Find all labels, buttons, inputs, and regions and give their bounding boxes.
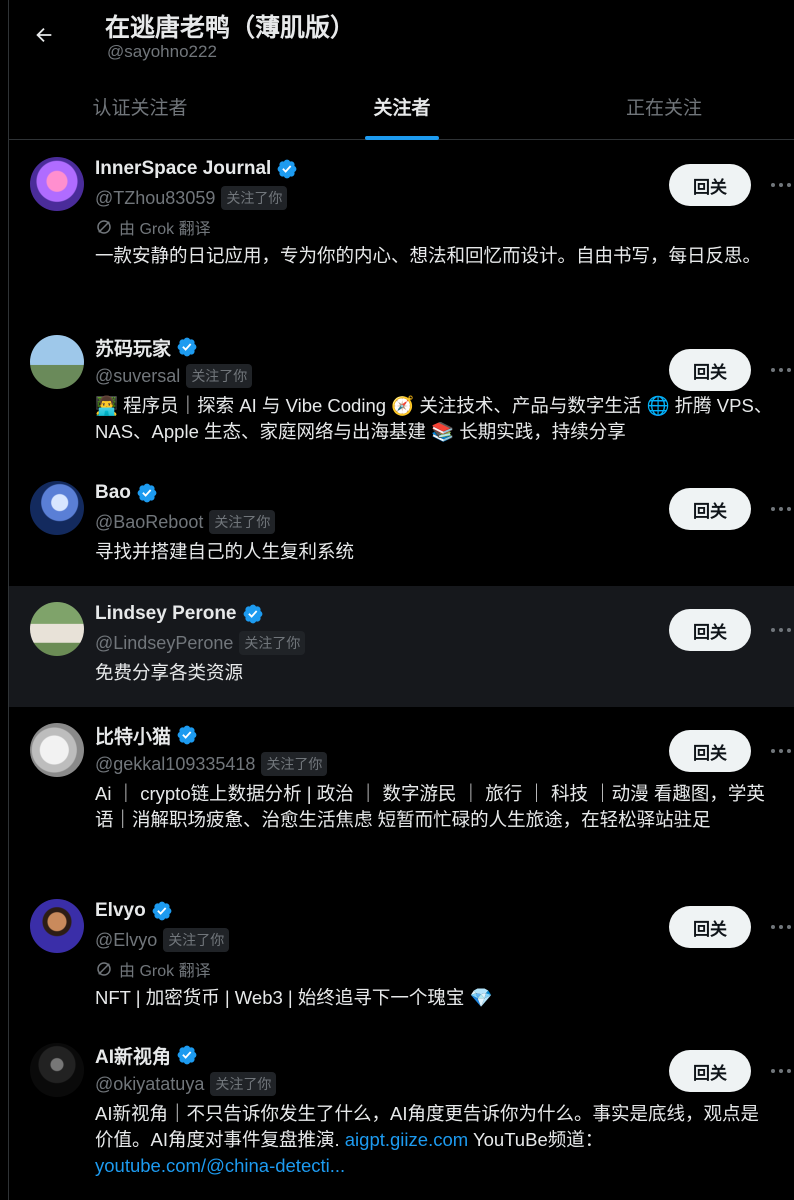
user-bio: 免费分享各类资源 bbox=[95, 660, 794, 686]
more-dots-icon bbox=[771, 1069, 791, 1073]
follows-you-badge: 关注了你 bbox=[221, 186, 288, 210]
follower-row[interactable]: Lindsey Perone @LindseyPerone 关注了你免费分享各类资源… bbox=[9, 586, 794, 707]
follows-you-badge: 关注了你 bbox=[163, 928, 230, 952]
translation-label: 由 Grok 翻译 bbox=[119, 963, 211, 980]
user-handle[interactable]: @TZhou83059 bbox=[95, 188, 215, 209]
translation-label: 由 Grok 翻译 bbox=[119, 221, 211, 238]
more-dots-icon bbox=[771, 925, 791, 929]
followers-page: 在逃唐老鸭（薄肌版） @sayohno222 认证关注者 关注者 正在关注 In… bbox=[8, 0, 794, 1200]
verified-badge-icon bbox=[177, 725, 197, 745]
follow-back-button[interactable]: 回关 bbox=[669, 164, 751, 206]
avatar[interactable] bbox=[30, 481, 84, 535]
more-options-button[interactable] bbox=[767, 356, 794, 384]
follow-back-button[interactable]: 回关 bbox=[669, 906, 751, 948]
follow-back-button[interactable]: 回关 bbox=[669, 730, 751, 772]
display-name[interactable]: Bao bbox=[95, 482, 131, 504]
user-handle[interactable]: @okiyatatuya bbox=[95, 1074, 204, 1095]
more-options-button[interactable] bbox=[767, 495, 794, 523]
user-bio: 寻找并搭建自己的人生复利系统 bbox=[95, 539, 794, 565]
verified-badge-icon bbox=[243, 604, 262, 624]
user-handle[interactable]: @BaoReboot bbox=[95, 512, 203, 533]
more-dots-icon bbox=[771, 183, 791, 187]
user-bio: 👨‍💻 程序员｜探索 AI 与 Vibe Coding 🧭 关注技术、产品与数字… bbox=[95, 393, 794, 445]
more-options-button[interactable] bbox=[767, 171, 794, 199]
user-bio: Ai ｜ crypto链上数据分析 | 政治 ｜ 数字游民 ｜ 旅行 ｜ 科技 … bbox=[95, 781, 794, 833]
more-dots-icon bbox=[771, 749, 791, 753]
more-options-button[interactable] bbox=[767, 913, 794, 941]
follows-you-badge: 关注了你 bbox=[261, 752, 328, 776]
verified-badge-icon bbox=[277, 159, 297, 179]
active-tab-indicator bbox=[365, 136, 439, 140]
avatar[interactable] bbox=[30, 602, 84, 656]
bio-text: Ai ｜ crypto链上数据分析 | 政治 ｜ 数字游民 ｜ 旅行 ｜ 科技 … bbox=[95, 783, 765, 830]
display-name[interactable]: 苏码玩家 bbox=[95, 334, 171, 361]
more-dots-icon bbox=[771, 507, 791, 511]
follow-back-button[interactable]: 回关 bbox=[669, 488, 751, 530]
display-name[interactable]: 比特小猫 bbox=[95, 722, 171, 749]
grok-translation-note[interactable]: 由 Grok 翻译 bbox=[95, 955, 794, 983]
follows-you-badge: 关注了你 bbox=[239, 631, 306, 655]
follower-row[interactable]: Bao @BaoReboot 关注了你寻找并搭建自己的人生复利系统 回关 bbox=[9, 465, 794, 586]
verified-badge-icon bbox=[152, 901, 172, 921]
follows-you-badge: 关注了你 bbox=[209, 510, 276, 534]
verified-badge-icon bbox=[177, 337, 197, 357]
more-options-button[interactable] bbox=[767, 1057, 794, 1085]
bio-text: 👨‍💻 程序员｜探索 AI 与 Vibe Coding 🧭 关注技术、产品与数字… bbox=[95, 395, 773, 442]
grok-icon bbox=[97, 962, 111, 976]
follows-you-badge: 关注了你 bbox=[186, 364, 253, 388]
avatar[interactable] bbox=[30, 723, 84, 777]
follow-back-button[interactable]: 回关 bbox=[669, 609, 751, 651]
avatar[interactable] bbox=[30, 1043, 84, 1097]
page-title: 在逃唐老鸭（薄肌版） bbox=[105, 14, 356, 42]
avatar[interactable] bbox=[30, 157, 84, 211]
follower-row[interactable]: InnerSpace Journal @TZhou83059 关注了你由 Grok … bbox=[9, 141, 794, 319]
user-handle[interactable]: @LindseyPerone bbox=[95, 633, 233, 654]
verified-badge-icon bbox=[177, 1045, 197, 1065]
user-bio: 一款安静的日记应用，专为你的内心、想法和回忆而设计。自由书写，每日反思。 bbox=[95, 243, 794, 269]
follow-back-button[interactable]: 回关 bbox=[669, 349, 751, 391]
user-bio: NFT | 加密货币 | Web3 | 始终追寻下一个瑰宝 💎 bbox=[95, 985, 794, 1011]
more-dots-icon bbox=[771, 368, 791, 372]
user-handle[interactable]: @Elvyo bbox=[95, 930, 157, 951]
more-dots-icon bbox=[771, 628, 791, 632]
back-arrow-icon bbox=[36, 27, 52, 43]
bio-text: YouTuBe频道： bbox=[468, 1129, 604, 1150]
follower-row[interactable]: 苏码玩家 @suversal 关注了你 👨‍💻 程序员｜探索 AI 与 Vibe Co… bbox=[9, 319, 794, 465]
display-name[interactable]: Lindsey Perone bbox=[95, 603, 237, 625]
bio-text: 寻找并搭建自己的人生复利系统 bbox=[95, 541, 355, 562]
display-name[interactable]: Elvyo bbox=[95, 900, 146, 922]
avatar[interactable] bbox=[30, 335, 84, 389]
tab-verified-followers[interactable]: 认证关注者 bbox=[9, 76, 271, 140]
more-options-button[interactable] bbox=[767, 737, 794, 765]
verified-badge-icon bbox=[137, 483, 157, 503]
bio-link[interactable]: aigpt.giize.com bbox=[345, 1129, 468, 1150]
follow-back-button[interactable]: 回关 bbox=[669, 1050, 751, 1092]
user-handle[interactable]: @gekkal109335418 bbox=[95, 754, 255, 775]
follower-row[interactable]: Elvyo @Elvyo 关注了你由 Grok 翻译 NFT | 加密货币 | Web… bbox=[9, 883, 794, 1027]
followers-list: InnerSpace Journal @TZhou83059 关注了你由 Grok … bbox=[9, 141, 794, 1179]
tab-followers[interactable]: 关注者 bbox=[271, 76, 533, 140]
tab-following[interactable]: 正在关注 bbox=[533, 76, 794, 140]
grok-icon bbox=[97, 220, 111, 234]
display-name[interactable]: AI新视角 bbox=[95, 1042, 171, 1069]
page-handle: @sayohno222 bbox=[107, 42, 217, 61]
more-options-button[interactable] bbox=[767, 616, 794, 644]
bio-text: NFT | 加密货币 | Web3 | 始终追寻下一个瑰宝 💎 bbox=[95, 987, 493, 1008]
avatar[interactable] bbox=[30, 899, 84, 953]
bio-text: 免费分享各类资源 bbox=[95, 662, 244, 683]
page-header: 在逃唐老鸭（薄肌版） @sayohno222 认证关注者 关注者 正在关注 bbox=[9, 0, 794, 140]
bio-text: 一款安静的日记应用，专为你的内心、想法和回忆而设计。自由书写，每日反思。 bbox=[95, 245, 762, 266]
back-button[interactable] bbox=[27, 18, 61, 52]
follower-row[interactable]: 比特小猫 @gekkal109335418 关注了你 Ai ｜ crypto链上数据分… bbox=[9, 707, 794, 883]
tab-bar: 认证关注者 关注者 正在关注 bbox=[9, 76, 794, 140]
grok-translation-note[interactable]: 由 Grok 翻译 bbox=[95, 213, 794, 241]
bio-link[interactable]: youtube.com/@china-detecti... bbox=[95, 1155, 345, 1176]
user-handle[interactable]: @suversal bbox=[95, 366, 180, 387]
follows-you-badge: 关注了你 bbox=[210, 1072, 277, 1096]
display-name[interactable]: InnerSpace Journal bbox=[95, 158, 271, 180]
user-bio: AI新视角｜不只告诉你发生了什么，AI角度更告诉你为什么。事实是底线，观点是价值… bbox=[95, 1101, 794, 1179]
follower-row[interactable]: AI新视角 @okiyatatuya 关注了你 AI新视角｜不只告诉你发生了什么，AI… bbox=[9, 1027, 794, 1179]
